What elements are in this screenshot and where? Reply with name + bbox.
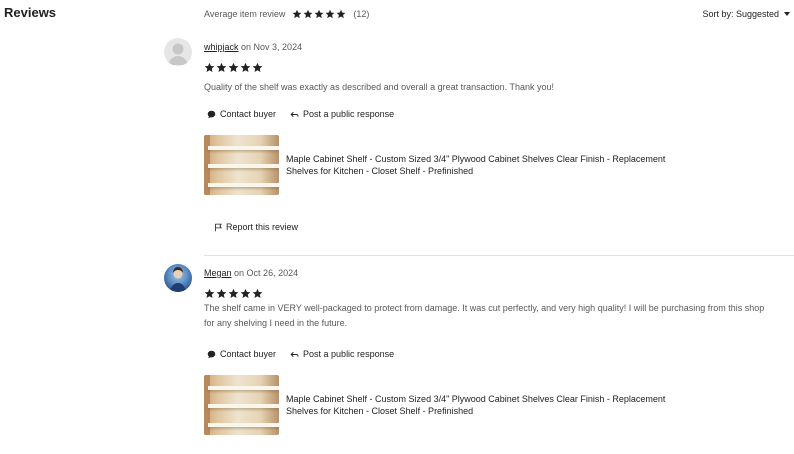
review-rating-stars (204, 62, 264, 73)
review-date: on Nov 3, 2024 (241, 42, 303, 52)
reviews-heading: Reviews (4, 5, 57, 20)
star-icon (216, 288, 227, 299)
star-icon (303, 9, 313, 19)
product-thumbnail[interactable] (204, 135, 279, 195)
reviewer-name-link[interactable]: Megan (204, 268, 232, 278)
flag-icon (215, 223, 222, 231)
product-title-link[interactable]: Maple Cabinet Shelf - Custom Sized 3/4" … (286, 153, 666, 177)
star-icon (325, 9, 335, 19)
review-count: (12) (353, 9, 370, 19)
review-text: The shelf came in VERY well-packaged to … (204, 303, 765, 328)
sort-label: Sort by: Suggested (702, 9, 779, 19)
star-icon (204, 288, 215, 299)
star-icon (216, 62, 227, 73)
review-actions: Contact buyer Post a public response (207, 109, 394, 119)
contact-buyer-label: Contact buyer (220, 109, 277, 119)
star-icon (204, 62, 215, 73)
average-rating-label: Average item review (204, 9, 286, 19)
caret-down-icon (784, 12, 790, 16)
sort-dropdown[interactable]: Sort by: Suggested (702, 9, 790, 19)
reviewed-product: Maple Cabinet Shelf - Custom Sized 3/4" … (204, 135, 666, 195)
reviewer-name-link[interactable]: whipjack (204, 42, 239, 52)
star-icon (336, 9, 346, 19)
star-icon (228, 62, 239, 73)
product-title-link[interactable]: Maple Cabinet Shelf - Custom Sized 3/4" … (286, 393, 666, 417)
average-rating-stars (292, 9, 347, 19)
star-icon (314, 9, 324, 19)
review-item: Megan on Oct 26, 2024 The shelf came in … (164, 264, 794, 454)
review-divider (204, 255, 794, 256)
post-public-response-button[interactable]: Post a public response (290, 349, 394, 359)
average-rating-summary: Average item review (12) (204, 9, 369, 19)
star-icon (240, 288, 251, 299)
star-icon (240, 62, 251, 73)
contact-buyer-button[interactable]: Contact buyer (207, 109, 276, 119)
review-item: whipjack on Nov 3, 2024 Quality of the s… (164, 38, 794, 248)
star-icon (292, 9, 302, 19)
review-actions: Contact buyer Post a public response (207, 349, 394, 359)
contact-buyer-label: Contact buyer (220, 349, 277, 359)
reply-icon (290, 351, 299, 357)
reviewed-product: Maple Cabinet Shelf - Custom Sized 3/4" … (204, 375, 666, 435)
message-icon (207, 350, 216, 358)
reply-icon (290, 111, 299, 117)
star-icon (252, 62, 263, 73)
message-icon (207, 110, 216, 118)
review-text: Quality of the shelf was exactly as desc… (204, 82, 555, 92)
avatar[interactable] (164, 38, 192, 66)
post-public-response-label: Post a public response (303, 109, 395, 119)
star-icon (228, 288, 239, 299)
review-meta: Megan on Oct 26, 2024 (204, 268, 298, 278)
report-review-label: Report this review (226, 222, 299, 232)
star-icon (252, 288, 263, 299)
review-rating-stars (204, 288, 264, 299)
product-thumbnail[interactable] (204, 375, 279, 435)
review-meta: whipjack on Nov 3, 2024 (204, 42, 302, 52)
avatar[interactable] (164, 264, 192, 292)
review-date: on Oct 26, 2024 (234, 268, 299, 278)
report-review-button[interactable]: Report this review (214, 222, 298, 232)
contact-buyer-button[interactable]: Contact buyer (207, 349, 276, 359)
post-public-response-button[interactable]: Post a public response (290, 109, 394, 119)
post-public-response-label: Post a public response (303, 349, 395, 359)
